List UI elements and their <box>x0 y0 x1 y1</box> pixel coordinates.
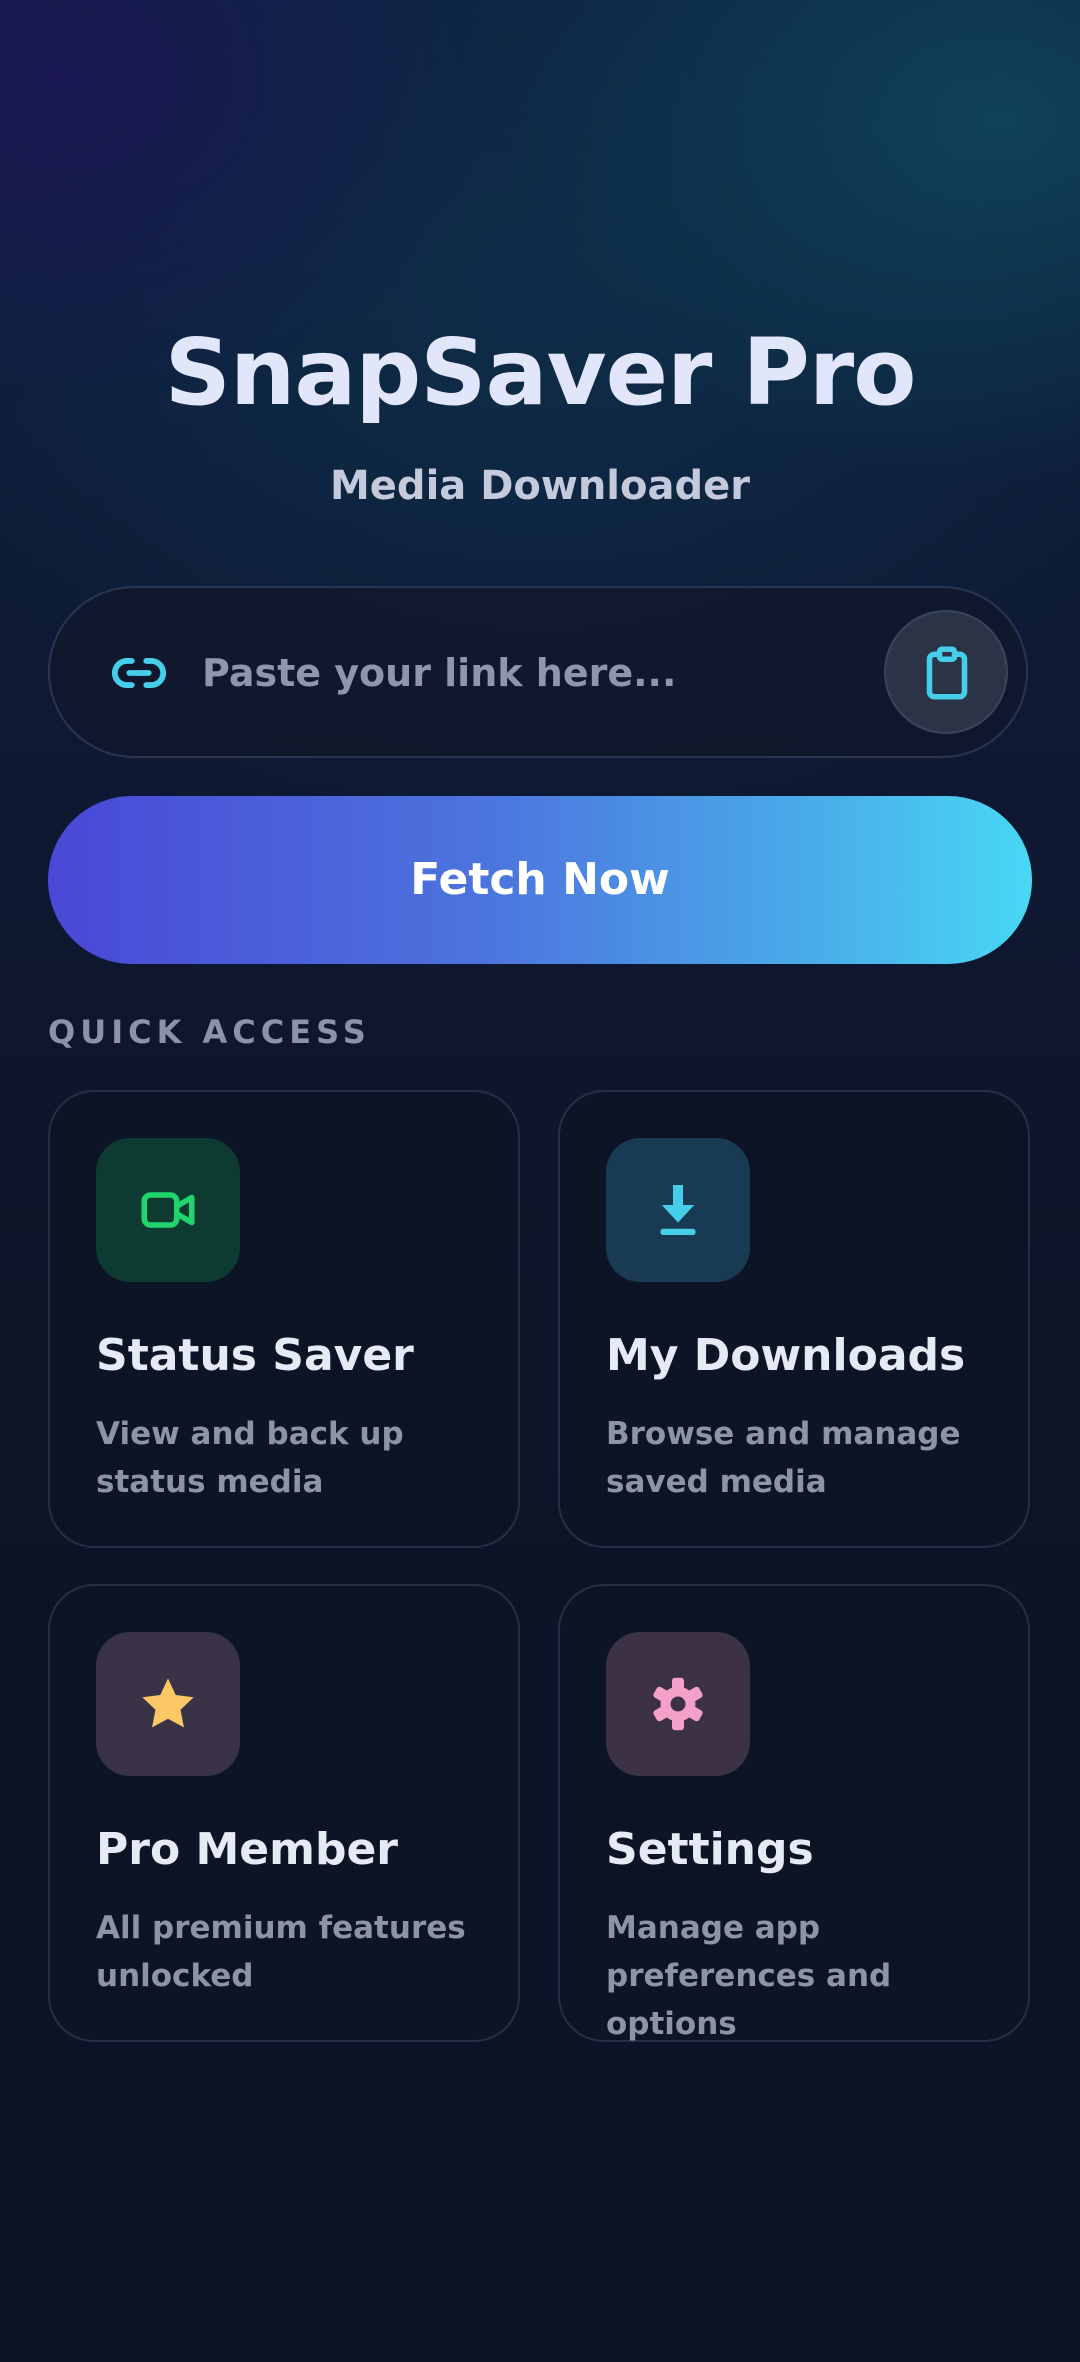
fetch-now-button[interactable]: Fetch Now <box>48 796 1032 964</box>
video-camera-icon <box>141 1192 195 1228</box>
clipboard-icon <box>926 646 968 700</box>
card-description: Manage app preferences and options <box>606 1910 892 2042</box>
app-subtitle: Media Downloader <box>330 463 750 509</box>
download-icon <box>660 1185 696 1235</box>
paste-button[interactable] <box>884 610 1008 734</box>
app-screen: SnapSaver Pro Media Downloader Fetch Now… <box>0 0 1080 2362</box>
star-icon <box>142 1678 194 1728</box>
my-downloads-card[interactable]: My Downloads Browse and manage saved med… <box>558 1090 1030 1548</box>
settings-card[interactable]: Settings Manage app preferences and opti… <box>558 1584 1030 2042</box>
gear-icon <box>653 1677 703 1731</box>
card-description: View and back up status media <box>96 1416 404 1500</box>
url-input[interactable] <box>202 628 902 718</box>
quick-access-label: QUICK ACCESS <box>48 1013 371 1051</box>
card-title: Status Saver <box>96 1330 414 1381</box>
pro-member-card[interactable]: Pro Member All premium features unlocked <box>48 1584 520 2042</box>
card-title: Settings <box>606 1824 814 1875</box>
status-saver-card[interactable]: Status Saver View and back up status med… <box>48 1090 520 1548</box>
card-title: Pro Member <box>96 1824 399 1875</box>
status-saver-icon-tile <box>96 1138 240 1282</box>
card-description: Browse and manage saved media <box>606 1416 961 1500</box>
settings-icon-tile <box>606 1632 750 1776</box>
pro-member-icon-tile <box>96 1632 240 1776</box>
card-title: My Downloads <box>606 1330 966 1381</box>
link-icon <box>111 658 167 688</box>
card-description: All premium features unlocked <box>96 1910 466 1994</box>
url-bar <box>48 586 1028 758</box>
app-title: SnapSaver Pro <box>164 319 917 426</box>
my-downloads-icon-tile <box>606 1138 750 1282</box>
